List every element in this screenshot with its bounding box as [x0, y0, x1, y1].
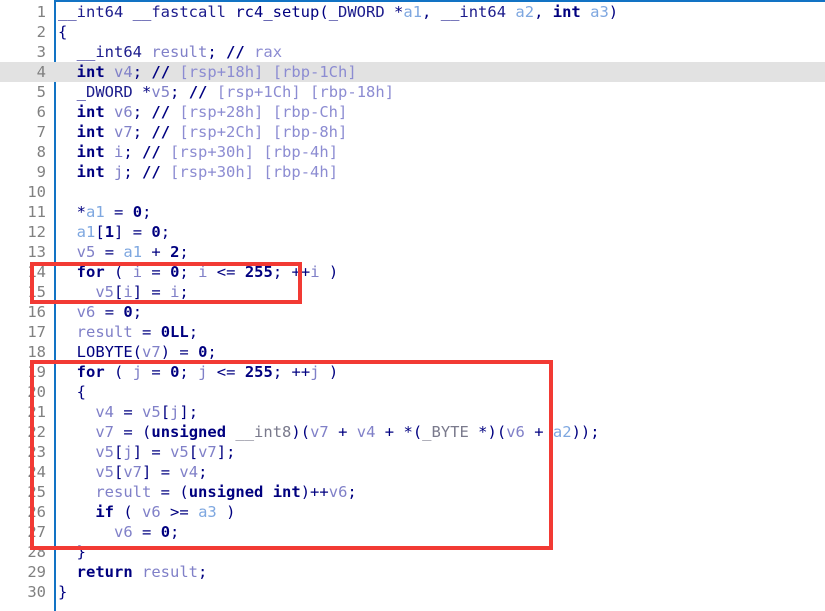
line-number: 6	[36, 103, 46, 121]
line-number: 5	[36, 83, 46, 101]
code-text[interactable]: result = 0LL;	[58, 322, 198, 342]
code-line[interactable]: 29 return result;	[0, 562, 825, 582]
code-line[interactable]: 19 for ( j = 0; j <= 255; ++j )	[0, 362, 825, 382]
code-line[interactable]: 21 v4 = v5[j];	[0, 402, 825, 422]
line-number: 30	[27, 583, 46, 601]
code-line[interactable]: 16 v6 = 0;	[0, 302, 825, 322]
code-line[interactable]: 7 int v7; // [rsp+2Ch] [rbp-8h]	[0, 122, 825, 142]
line-number: 25	[27, 483, 46, 501]
line-number: 27	[27, 523, 46, 541]
line-number: 11	[27, 203, 46, 221]
code-text[interactable]: v6 = 0;	[58, 522, 179, 542]
code-line[interactable]: 24 v5[v7] = v4;	[0, 462, 825, 482]
line-number: 12	[27, 223, 46, 241]
line-number: 18	[27, 343, 46, 361]
line-number: 16	[27, 303, 46, 321]
code-line[interactable]: 5 _DWORD *v5; // [rsp+1Ch] [rbp-18h]	[0, 82, 825, 102]
code-line[interactable]: 12 a1[1] = 0;	[0, 222, 825, 242]
code-line[interactable]: 14 for ( i = 0; i <= 255; ++i )	[0, 262, 825, 282]
code-text[interactable]: v5[j] = v5[v7];	[58, 442, 235, 462]
code-text[interactable]: v4 = v5[j];	[58, 402, 198, 422]
line-number: 15	[27, 283, 46, 301]
line-number: 26	[27, 503, 46, 521]
line-number: 7	[36, 123, 46, 141]
line-number: 24	[27, 463, 46, 481]
code-line[interactable]: 3 __int64 result; // rax	[0, 42, 825, 62]
code-text[interactable]: v5[i] = i;	[58, 282, 188, 302]
code-line[interactable]: 13 v5 = a1 + 2;	[0, 242, 825, 262]
code-line[interactable]: 25 result = (unsigned int)++v6;	[0, 482, 825, 502]
line-number: 9	[36, 163, 46, 181]
code-line[interactable]: 20 {	[0, 382, 825, 402]
line-number: 20	[27, 383, 46, 401]
code-line[interactable]: 4 int v4; // [rsp+18h] [rbp-1Ch]	[0, 62, 825, 82]
code-text[interactable]: int v4; // [rsp+18h] [rbp-1Ch]	[58, 62, 357, 82]
code-line[interactable]: 11 *a1 = 0;	[0, 202, 825, 222]
code-text[interactable]: for ( i = 0; i <= 255; ++i )	[58, 262, 339, 282]
line-number: 4	[36, 63, 46, 81]
code-text[interactable]: __int64 __fastcall rc4_setup(_DWORD *a1,…	[58, 2, 618, 22]
line-number: 17	[27, 323, 46, 341]
line-number: 8	[36, 143, 46, 161]
code-text[interactable]: LOBYTE(v7) = 0;	[58, 342, 217, 362]
code-line[interactable]: 15 v5[i] = i;	[0, 282, 825, 302]
code-line[interactable]: 1 __int64 __fastcall rc4_setup(_DWORD *a1…	[0, 2, 825, 22]
code-line[interactable]: 27 v6 = 0;	[0, 522, 825, 542]
code-text[interactable]: v5[v7] = v4;	[58, 462, 207, 482]
code-line[interactable]: 10	[0, 182, 825, 202]
code-line[interactable]: 9 int j; // [rsp+30h] [rbp-4h]	[0, 162, 825, 182]
line-number: 28	[27, 543, 46, 561]
code-text[interactable]: _DWORD *v5; // [rsp+1Ch] [rbp-18h]	[58, 82, 394, 102]
line-number: 29	[27, 563, 46, 581]
code-text[interactable]: v6 = 0;	[58, 302, 142, 322]
line-number: 23	[27, 443, 46, 461]
code-line[interactable]: 8 int i; // [rsp+30h] [rbp-4h]	[0, 142, 825, 162]
code-text[interactable]: v5 = a1 + 2;	[58, 242, 189, 262]
line-number: 13	[27, 243, 46, 261]
code-line[interactable]: 30}	[0, 582, 825, 602]
code-text[interactable]: __int64 result; // rax	[58, 42, 282, 62]
code-text[interactable]: int v7; // [rsp+2Ch] [rbp-8h]	[58, 122, 348, 142]
code-line[interactable]: 18 LOBYTE(v7) = 0;	[0, 342, 825, 362]
code-text[interactable]: result = (unsigned int)++v6;	[58, 482, 356, 502]
line-number: 3	[36, 43, 46, 61]
code-line[interactable]: 26 if ( v6 >= a3 )	[0, 502, 825, 522]
line-number: 19	[27, 363, 46, 381]
code-line[interactable]: 28 }	[0, 542, 825, 562]
code-line[interactable]: 17 result = 0LL;	[0, 322, 825, 342]
code-line[interactable]: 23 v5[j] = v5[v7];	[0, 442, 825, 462]
code-line[interactable]: 22 v7 = (unsigned __int8)(v7 + v4 + *(_B…	[0, 422, 825, 442]
line-number: 2	[36, 23, 46, 41]
code-text[interactable]: for ( j = 0; j <= 255; ++j )	[58, 362, 339, 382]
code-line[interactable]: 6 int v6; // [rsp+28h] [rbp-Ch]	[0, 102, 825, 122]
code-text[interactable]: *a1 = 0;	[58, 202, 152, 222]
code-text[interactable]: {	[58, 22, 67, 42]
code-text[interactable]: }	[58, 582, 67, 602]
code-text[interactable]: v7 = (unsigned __int8)(v7 + v4 + *(_BYTE…	[58, 422, 599, 442]
code-text[interactable]: {	[58, 382, 86, 402]
line-number: 1	[36, 3, 46, 21]
code-text[interactable]: return result;	[58, 562, 208, 582]
code-text[interactable]: }	[58, 542, 86, 562]
code-line[interactable]: 2{	[0, 22, 825, 42]
code-text[interactable]: int j; // [rsp+30h] [rbp-4h]	[58, 162, 338, 182]
line-number: 22	[27, 423, 46, 441]
line-number: 14	[27, 263, 46, 281]
line-number: 21	[27, 403, 46, 421]
code-area[interactable]: 1 __int64 __fastcall rc4_setup(_DWORD *a1…	[0, 2, 825, 611]
line-number: 10	[27, 183, 46, 201]
code-text[interactable]: if ( v6 >= a3 )	[58, 502, 235, 522]
code-text[interactable]: int v6; // [rsp+28h] [rbp-Ch]	[58, 102, 348, 122]
code-text[interactable]: a1[1] = 0;	[58, 222, 170, 242]
pseudocode-view: 1 __int64 __fastcall rc4_setup(_DWORD *a1…	[0, 0, 825, 611]
code-text[interactable]: int i; // [rsp+30h] [rbp-4h]	[58, 142, 338, 162]
